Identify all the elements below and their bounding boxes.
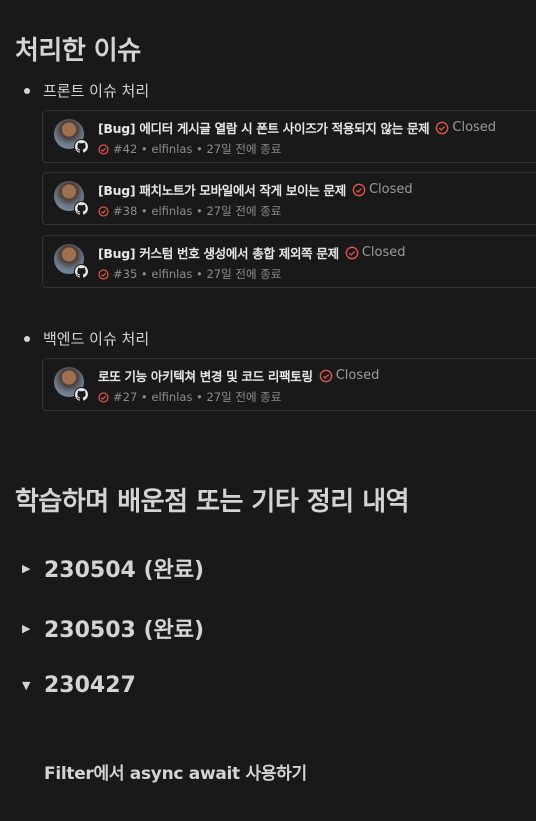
bullet-dot bbox=[24, 335, 30, 342]
issue-title: [Bug] 패치노트가 모바일에서 작게 보이는 문제 bbox=[98, 183, 346, 198]
check-circle-icon bbox=[98, 268, 109, 280]
check-circle-icon bbox=[436, 121, 449, 134]
issue-meta: #27 • elfinlas • 27일 전에 종료 bbox=[113, 390, 282, 404]
triangle-right-icon[interactable]: ▶ bbox=[22, 622, 34, 635]
check-circle-icon bbox=[319, 369, 333, 382]
issue-card-38[interactable]: [Bug] 패치노트가 모바일에서 작게 보이는 문제 Closed #38 •… bbox=[42, 172, 536, 225]
group-label: 프론트 이슈 처리 bbox=[43, 82, 150, 100]
issue-card-35[interactable]: [Bug] 커스텀 번호 생성에서 총합 제외쪽 문제 Closed #35 •… bbox=[42, 235, 536, 288]
issue-title: [Bug] 에디터 게시글 열람 시 폰트 사이즈가 적용되지 않는 문제 bbox=[98, 121, 430, 136]
issue-title: [Bug] 커스텀 번호 생성에서 총합 제외쪽 문제 bbox=[98, 246, 339, 261]
check-circle-icon bbox=[345, 246, 359, 259]
status-label: Closed bbox=[335, 368, 380, 383]
check-circle-icon bbox=[98, 205, 109, 217]
bullet-dot bbox=[24, 87, 30, 94]
status-label: Closed bbox=[361, 245, 406, 260]
heading-processed-issues: 처리한 이슈 bbox=[15, 36, 141, 66]
check-circle-icon bbox=[98, 391, 109, 403]
issue-meta: #35 • elfinlas • 27일 전에 종료 bbox=[113, 267, 282, 281]
status-badge: Closed bbox=[345, 245, 406, 260]
heading-learning-notes: 학습하며 배운점 또는 기타 정리 내역 bbox=[15, 487, 410, 517]
toggle-230427[interactable]: ▼ 230427 bbox=[22, 673, 136, 698]
toggle-label: 230427 bbox=[44, 673, 136, 698]
triangle-down-icon[interactable]: ▼ bbox=[22, 679, 34, 692]
toggle-label: 230504 (완료) bbox=[44, 558, 205, 583]
avatar bbox=[54, 181, 89, 216]
avatar bbox=[54, 119, 89, 154]
status-badge: Closed bbox=[352, 182, 413, 197]
github-icon bbox=[74, 387, 89, 402]
status-badge: Closed bbox=[435, 120, 496, 135]
list-item-backend-issues: 백엔드 이슈 처리 bbox=[24, 328, 149, 349]
triangle-right-icon[interactable]: ▶ bbox=[22, 562, 34, 575]
issue-meta: #42 • elfinlas • 27일 전에 종료 bbox=[113, 142, 282, 156]
status-badge: Closed bbox=[319, 368, 380, 383]
status-label: Closed bbox=[452, 120, 497, 135]
group-label: 백엔드 이슈 처리 bbox=[43, 330, 150, 348]
issue-meta: #38 • elfinlas • 27일 전에 종료 bbox=[113, 204, 282, 218]
github-icon bbox=[74, 264, 89, 279]
issue-title: 로또 기능 아키텍쳐 변경 및 코드 리팩토링 bbox=[98, 369, 313, 384]
issue-card-27[interactable]: 로또 기능 아키텍쳐 변경 및 코드 리팩토링 Closed #27 • elf… bbox=[42, 358, 536, 411]
status-label: Closed bbox=[368, 182, 413, 197]
check-circle-icon bbox=[352, 183, 366, 196]
list-item-frontend-issues: 프론트 이슈 처리 bbox=[24, 80, 149, 101]
toggle-content-title: Filter에서 async await 사용하기 bbox=[44, 764, 307, 784]
issue-card-42[interactable]: [Bug] 에디터 게시글 열람 시 폰트 사이즈가 적용되지 않는 문제 Cl… bbox=[42, 110, 536, 163]
check-circle-icon bbox=[98, 143, 109, 155]
avatar bbox=[54, 367, 89, 402]
toggle-label: 230503 (완료) bbox=[44, 618, 205, 643]
github-icon bbox=[74, 139, 89, 154]
toggle-230504[interactable]: ▶ 230504 (완료) bbox=[22, 552, 204, 584]
avatar bbox=[54, 244, 89, 279]
github-icon bbox=[74, 201, 89, 216]
toggle-230503[interactable]: ▶ 230503 (완료) bbox=[22, 612, 204, 644]
